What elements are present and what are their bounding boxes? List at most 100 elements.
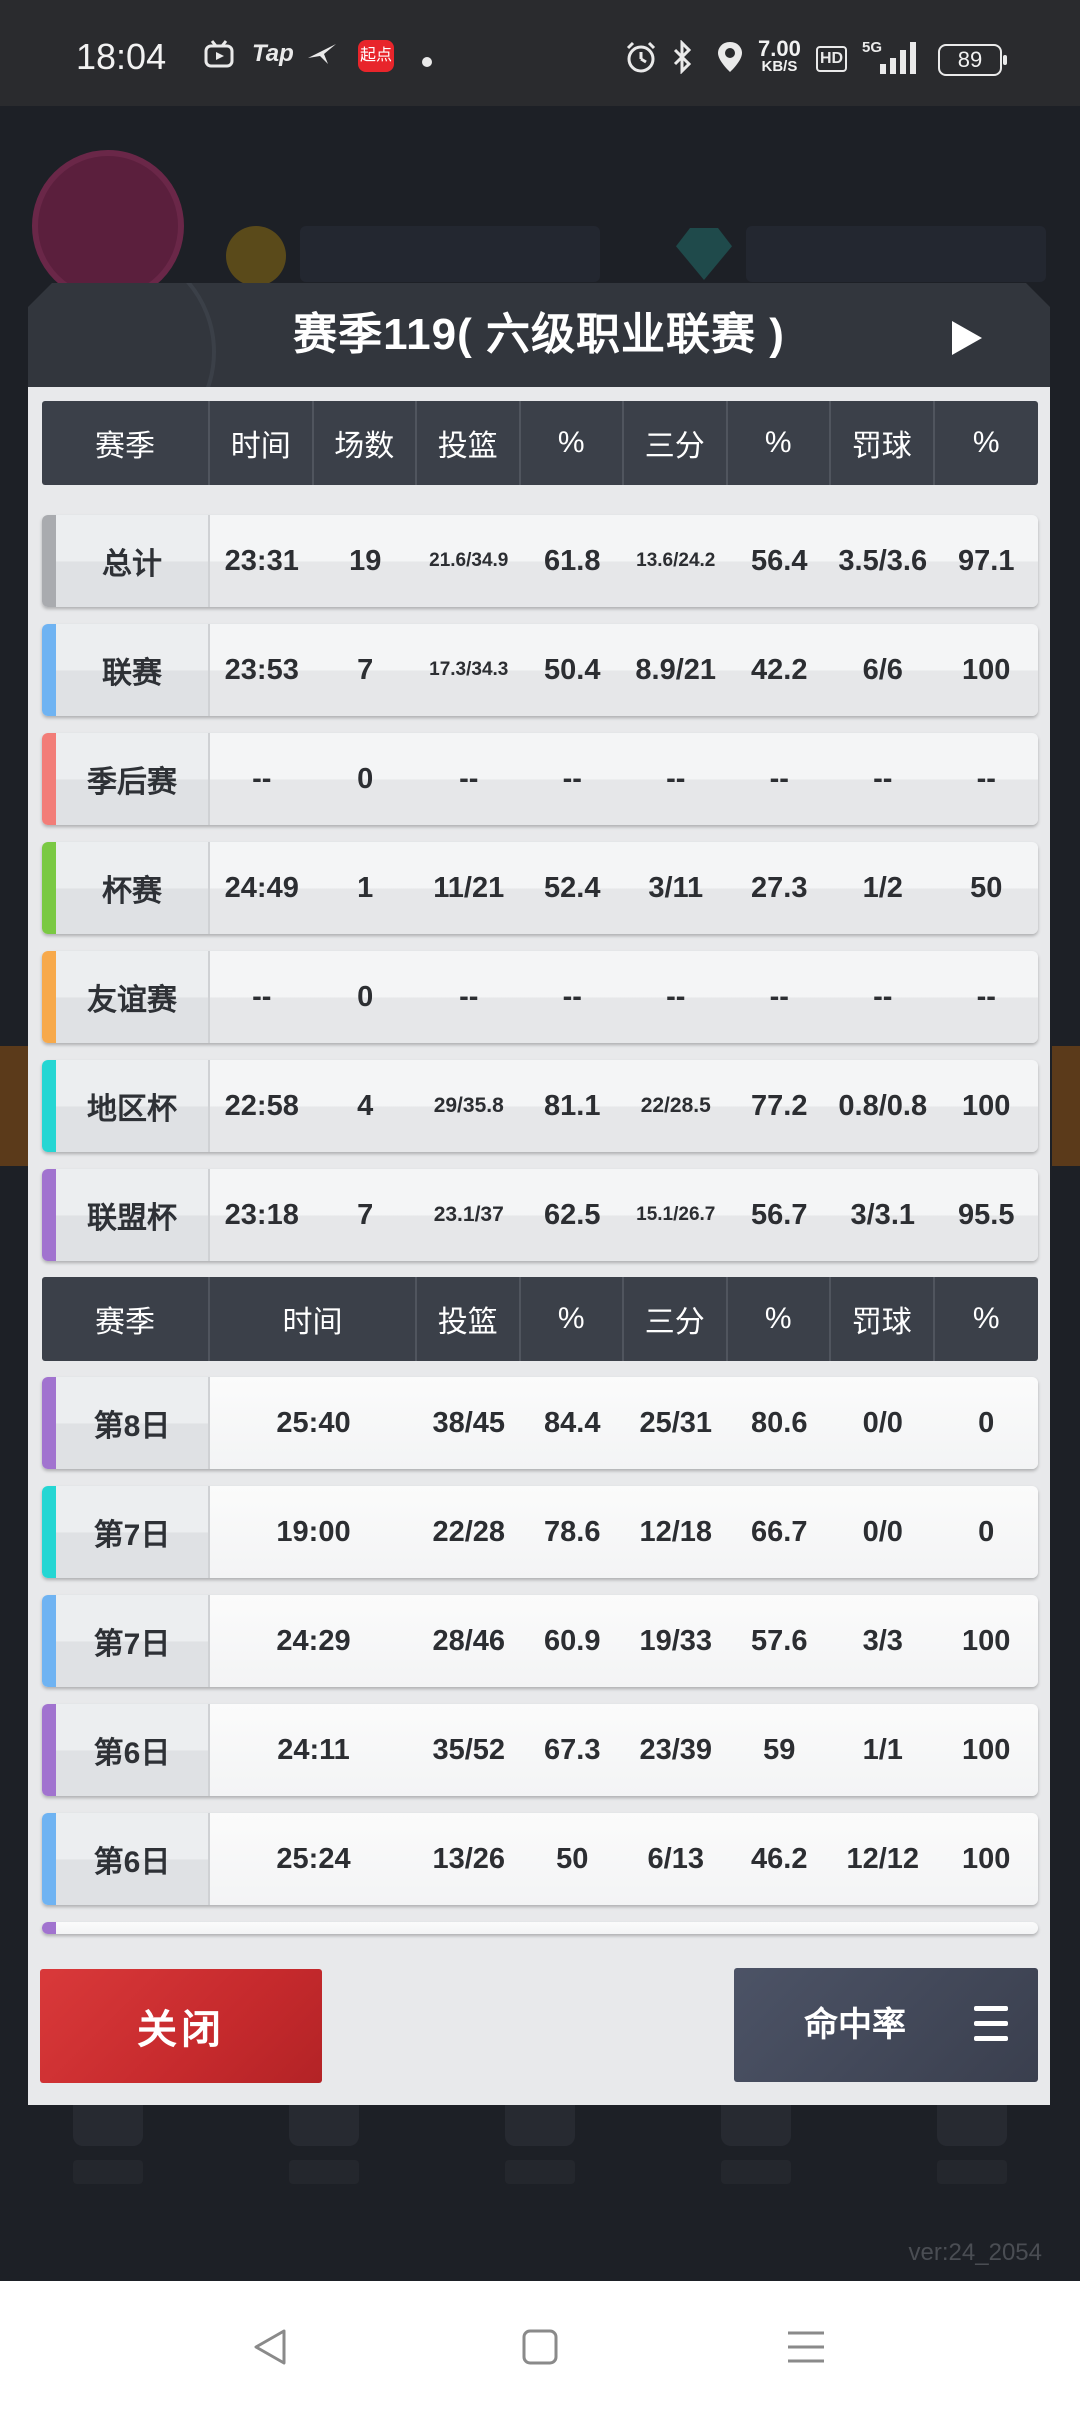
bluetooth-icon bbox=[672, 39, 694, 81]
summary-cell-time: 23:53 bbox=[224, 653, 299, 686]
summary-cell-games: 19 bbox=[349, 544, 382, 577]
bg-gem-bar bbox=[746, 226, 1046, 282]
game-cell-fg-pct: 84.4 bbox=[544, 1406, 601, 1439]
row-accent bbox=[42, 1704, 56, 1796]
game-row-label: 第8日 bbox=[56, 1377, 210, 1469]
summary-cell-ft: 1/2 bbox=[862, 871, 903, 904]
game-cell-fg: 35/52 bbox=[432, 1733, 506, 1766]
game-cell-fg-pct: 50 bbox=[556, 1842, 589, 1875]
summary-cell-three-pct: -- bbox=[769, 762, 789, 795]
summary-cell-games: 0 bbox=[357, 762, 374, 795]
summary-cell-fg: 21.6/34.9 bbox=[429, 550, 509, 571]
game-cell-ft: 0/0 bbox=[862, 1515, 903, 1548]
svg-text:5G: 5G bbox=[862, 39, 882, 56]
summary-row-label: 季后赛 bbox=[56, 733, 210, 825]
bg-coin-icon bbox=[226, 226, 286, 286]
summary-cell-ft: 3/3.1 bbox=[850, 1198, 916, 1231]
home-icon[interactable] bbox=[520, 2327, 560, 2372]
status-bar: 18:04 Tap 起点 7.00 KB/S HD 5G 89 bbox=[0, 0, 1080, 106]
summary-cell-games: 4 bbox=[357, 1089, 374, 1122]
summary-cell-three: 22/28.5 bbox=[640, 1094, 711, 1117]
row-accent bbox=[42, 1813, 56, 1905]
game-row[interactable]: 第7日 24:29 28/46 60.9 19/33 57.6 3/3 100 bbox=[42, 1595, 1038, 1687]
game-cell-fg: 13/26 bbox=[432, 1842, 506, 1875]
summary-cell-ft: 6/6 bbox=[862, 653, 903, 686]
summary-header-cell: 时间 bbox=[210, 401, 314, 485]
game-cell-three: 25/31 bbox=[639, 1406, 713, 1439]
game-cell-three-pct: 57.6 bbox=[751, 1624, 808, 1657]
game-cell-three: 19/33 bbox=[639, 1624, 713, 1657]
game-row-label: 第6日 bbox=[56, 1813, 210, 1905]
alarm-icon bbox=[624, 40, 658, 81]
game-log-header: 赛季 时间 投篮% 三分% 罚球% bbox=[42, 1277, 1038, 1361]
row-accent bbox=[42, 1486, 56, 1578]
summary-cell-games: 7 bbox=[357, 1198, 374, 1231]
game-header-cell: 赛季 bbox=[42, 1277, 210, 1361]
game-row[interactable]: 第6日 24:11 35/52 67.3 23/39 59 1/1 100 bbox=[42, 1704, 1038, 1796]
summary-cell-ft: 3.5/3.6 bbox=[838, 544, 928, 577]
summary-row: 友谊赛 -- 0 -- -- -- -- -- -- bbox=[42, 951, 1038, 1043]
summary-cell-fg-pct: -- bbox=[562, 762, 582, 795]
summary-row-label: 地区杯 bbox=[56, 1060, 210, 1152]
game-header-cell: 投篮 bbox=[417, 1277, 521, 1361]
location-icon bbox=[716, 40, 744, 81]
summary-cell-ft-pct: -- bbox=[976, 762, 996, 795]
summary-cell-ft-pct: 95.5 bbox=[958, 1198, 1015, 1231]
game-cell-three-pct: 46.2 bbox=[751, 1842, 808, 1875]
row-accent bbox=[42, 842, 56, 934]
summary-header-cell: 罚球 bbox=[831, 401, 935, 485]
game-cell-three: 6/13 bbox=[647, 1842, 704, 1875]
summary-cell-three-pct: 42.2 bbox=[751, 653, 808, 686]
game-cell-three: 23/39 bbox=[639, 1733, 713, 1766]
bg-coin-bar bbox=[300, 226, 600, 282]
hit-rate-button[interactable]: 命中率 bbox=[734, 1968, 1038, 2082]
game-row[interactable]: 第8日 25:40 38/45 84.4 25/31 80.6 0/0 0 bbox=[42, 1377, 1038, 1469]
summary-row: 总计 23:31 19 21.6/34.9 61.8 13.6/24.2 56.4 3.5/3… bbox=[42, 515, 1038, 607]
summary-cell-ft-pct: 100 bbox=[962, 653, 1011, 686]
summary-header-cell: 赛季 bbox=[42, 401, 210, 485]
dialog-title: 赛季119( 六级职业联赛 ) bbox=[293, 310, 785, 359]
summary-row: 季后赛 -- 0 -- -- -- -- -- -- bbox=[42, 733, 1038, 825]
back-icon[interactable] bbox=[250, 2327, 290, 2372]
recents-icon[interactable] bbox=[786, 2327, 826, 2372]
summary-cell-three-pct: 27.3 bbox=[751, 871, 808, 904]
game-cell-fg: 38/45 bbox=[432, 1406, 506, 1439]
game-header-cell: % bbox=[521, 1277, 624, 1361]
play-icon[interactable] bbox=[952, 321, 982, 355]
game-row[interactable]: 第7日 19:00 22/28 78.6 12/18 66.7 0/0 0 bbox=[42, 1486, 1038, 1578]
game-cell-fg: 28/46 bbox=[432, 1624, 506, 1657]
summary-cell-fg: 23.1/37 bbox=[433, 1203, 504, 1226]
row-accent bbox=[42, 951, 56, 1043]
summary-cell-time: -- bbox=[252, 762, 272, 795]
game-cell-fg: 22/28 bbox=[432, 1515, 506, 1548]
row-accent bbox=[42, 733, 56, 825]
hit-rate-label: 命中率 bbox=[804, 2006, 906, 2044]
row-accent bbox=[42, 624, 56, 716]
close-button[interactable]: 关闭 bbox=[40, 1969, 322, 2083]
game-row-label: 第7日 bbox=[56, 1595, 210, 1687]
game-header-cell: % bbox=[972, 1302, 1000, 1335]
summary-cell-fg: -- bbox=[459, 762, 479, 795]
game-cell-ft-pct: 100 bbox=[962, 1842, 1011, 1875]
summary-cell-time: 23:18 bbox=[224, 1198, 299, 1231]
summary-cell-three: -- bbox=[666, 980, 686, 1013]
game-row-label: 第7日 bbox=[56, 1486, 210, 1578]
game-row[interactable]: 第6日 25:24 13/26 50 6/13 46.2 12/12 100 bbox=[42, 1813, 1038, 1905]
game-cell-ft: 1/1 bbox=[862, 1733, 903, 1766]
summary-table-header: 赛季 时间 场数 投篮% 三分% 罚球% bbox=[42, 401, 1038, 485]
hd-icon: HD bbox=[816, 46, 848, 72]
game-row-partial bbox=[42, 1922, 1038, 1934]
game-row-label: 第6日 bbox=[56, 1704, 210, 1796]
game-cell-three-pct: 66.7 bbox=[751, 1515, 808, 1548]
summary-cell-three-pct: 56.7 bbox=[751, 1198, 808, 1231]
game-cell-ft-pct: 0 bbox=[978, 1515, 995, 1548]
summary-cell-time: -- bbox=[252, 980, 272, 1013]
dialog-body: 赛季 时间 场数 投篮% 三分% 罚球% 总计 23:31 19 21.6/34.9 61.8 13… bbox=[28, 387, 1050, 2105]
summary-row: 地区杯 22:58 4 29/35.8 81.1 22/28.5 77.2 0.8/0.8 10… bbox=[42, 1060, 1038, 1152]
summary-cell-games: 1 bbox=[357, 871, 374, 904]
summary-cell-fg: 29/35.8 bbox=[433, 1094, 504, 1117]
summary-cell-fg: 17.3/34.3 bbox=[429, 659, 509, 680]
network-speed: 7.00 KB/S bbox=[758, 36, 801, 76]
game-header-cell: 罚球 bbox=[831, 1277, 935, 1361]
version-label: ver:24_2054 bbox=[908, 2239, 1042, 2266]
